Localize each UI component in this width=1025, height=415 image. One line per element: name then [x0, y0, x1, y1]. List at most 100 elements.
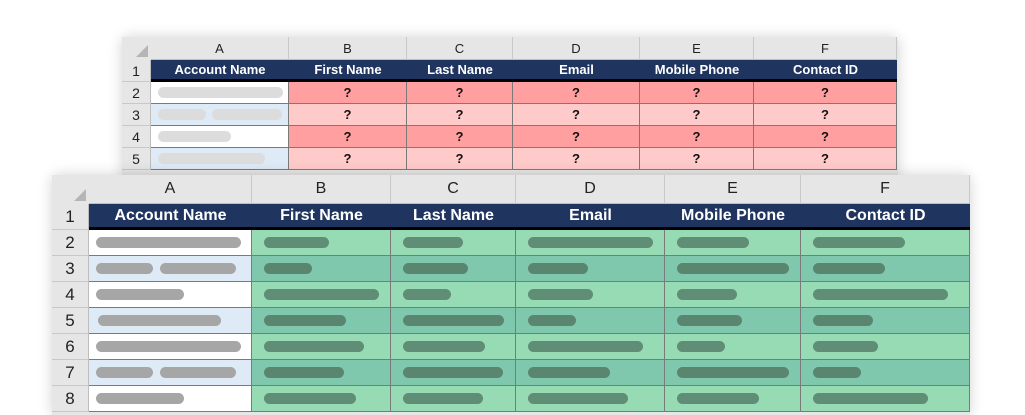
- column-header-d[interactable]: D: [513, 37, 640, 60]
- cell-a2[interactable]: [151, 82, 289, 104]
- select-all-corner[interactable]: [122, 37, 151, 60]
- column-header-b[interactable]: B: [289, 37, 407, 60]
- column-header-c[interactable]: C: [407, 37, 513, 60]
- cell-d7[interactable]: [516, 360, 665, 386]
- cell-b3[interactable]: [252, 256, 391, 282]
- cell-c3[interactable]: ?: [407, 104, 513, 126]
- cell-d3[interactable]: [516, 256, 665, 282]
- redacted-value-placeholder: [403, 367, 503, 378]
- cell-b2[interactable]: [252, 230, 391, 256]
- cell-b5[interactable]: [252, 308, 391, 334]
- cell-c4[interactable]: ?: [407, 126, 513, 148]
- cell-c2[interactable]: ?: [407, 82, 513, 104]
- cell-b4[interactable]: [252, 282, 391, 308]
- cell-d4[interactable]: [516, 282, 665, 308]
- column-header-f[interactable]: F: [801, 175, 970, 204]
- cell-b7[interactable]: [252, 360, 391, 386]
- row-header-7[interactable]: 7: [52, 360, 89, 386]
- cell-d5[interactable]: [516, 308, 665, 334]
- cell-a8[interactable]: [89, 386, 252, 412]
- column-header-d[interactable]: D: [516, 175, 665, 204]
- cell-e4[interactable]: ?: [640, 126, 754, 148]
- cell-f2[interactable]: [801, 230, 970, 256]
- row-header-1[interactable]: 1: [122, 60, 151, 82]
- row-header-3[interactable]: 3: [122, 104, 151, 126]
- cell-f4[interactable]: ?: [754, 126, 897, 148]
- cell-e7[interactable]: [665, 360, 801, 386]
- cell-b3[interactable]: ?: [289, 104, 407, 126]
- row-header-8[interactable]: 8: [52, 386, 89, 412]
- cell-d8[interactable]: [516, 386, 665, 412]
- cell-e5[interactable]: ?: [640, 148, 754, 170]
- cell-f2[interactable]: ?: [754, 82, 897, 104]
- column-header-e[interactable]: E: [665, 175, 801, 204]
- cell-a6[interactable]: [89, 334, 252, 360]
- cell-d5[interactable]: ?: [513, 148, 640, 170]
- cell-a4[interactable]: [89, 282, 252, 308]
- cell-a5[interactable]: [89, 308, 252, 334]
- row-header-2[interactable]: 2: [52, 230, 89, 256]
- cell-f8[interactable]: [801, 386, 970, 412]
- row-header-1[interactable]: 1: [52, 204, 89, 230]
- cell-c2[interactable]: [391, 230, 516, 256]
- cell-c7[interactable]: [391, 360, 516, 386]
- cell-c5[interactable]: ?: [407, 148, 513, 170]
- redacted-value-placeholder: [528, 393, 628, 404]
- column-header-c[interactable]: C: [391, 175, 516, 204]
- cell-b8[interactable]: [252, 386, 391, 412]
- cell-d6[interactable]: [516, 334, 665, 360]
- row-header-5[interactable]: 5: [52, 308, 89, 334]
- cell-f5[interactable]: ?: [754, 148, 897, 170]
- cell-a3[interactable]: [151, 104, 289, 126]
- cell-a5[interactable]: [151, 148, 289, 170]
- cell-e2[interactable]: ?: [640, 82, 754, 104]
- cell-f4[interactable]: [801, 282, 970, 308]
- cell-e4[interactable]: [665, 282, 801, 308]
- cell-a7[interactable]: [89, 360, 252, 386]
- cell-a4[interactable]: [151, 126, 289, 148]
- column-header-b[interactable]: B: [252, 175, 391, 204]
- row-header-4[interactable]: 4: [52, 282, 89, 308]
- column-header-e[interactable]: E: [640, 37, 754, 60]
- cell-e5[interactable]: [665, 308, 801, 334]
- cell-e6[interactable]: [665, 334, 801, 360]
- cell-c5[interactable]: [391, 308, 516, 334]
- cell-c6[interactable]: [391, 334, 516, 360]
- unknown-value: ?: [572, 85, 580, 100]
- row-header-3[interactable]: 3: [52, 256, 89, 282]
- cell-e3[interactable]: [665, 256, 801, 282]
- row-header-2[interactable]: 2: [122, 82, 151, 104]
- cell-f7[interactable]: [801, 360, 970, 386]
- column-header-a[interactable]: A: [151, 37, 289, 60]
- cell-a3[interactable]: [89, 256, 252, 282]
- cell-d2[interactable]: ?: [513, 82, 640, 104]
- cell-f6[interactable]: [801, 334, 970, 360]
- cell-e3[interactable]: ?: [640, 104, 754, 126]
- cell-e8[interactable]: [665, 386, 801, 412]
- row-header-4[interactable]: 4: [122, 126, 151, 148]
- cell-f3[interactable]: ?: [754, 104, 897, 126]
- cell-c4[interactable]: [391, 282, 516, 308]
- cell-b4[interactable]: ?: [289, 126, 407, 148]
- redacted-value-placeholder: [403, 341, 485, 352]
- cell-b6[interactable]: [252, 334, 391, 360]
- row-header-6[interactable]: 6: [52, 334, 89, 360]
- cell-a2[interactable]: [89, 230, 252, 256]
- column-header-a[interactable]: A: [89, 175, 252, 204]
- cell-f5[interactable]: [801, 308, 970, 334]
- cell-b2[interactable]: ?: [289, 82, 407, 104]
- column-header-f[interactable]: F: [754, 37, 897, 60]
- cell-e2[interactable]: [665, 230, 801, 256]
- cell-d4[interactable]: ?: [513, 126, 640, 148]
- row-header-5[interactable]: 5: [122, 148, 151, 170]
- redacted-value-placeholder: [677, 393, 759, 404]
- cell-c3[interactable]: [391, 256, 516, 282]
- cell-d2[interactable]: [516, 230, 665, 256]
- cell-c8[interactable]: [391, 386, 516, 412]
- cell-b5[interactable]: ?: [289, 148, 407, 170]
- select-all-corner[interactable]: [52, 175, 89, 204]
- cell-d3[interactable]: ?: [513, 104, 640, 126]
- cell-f3[interactable]: [801, 256, 970, 282]
- unknown-value: ?: [455, 151, 464, 166]
- unknown-value: ?: [455, 129, 464, 144]
